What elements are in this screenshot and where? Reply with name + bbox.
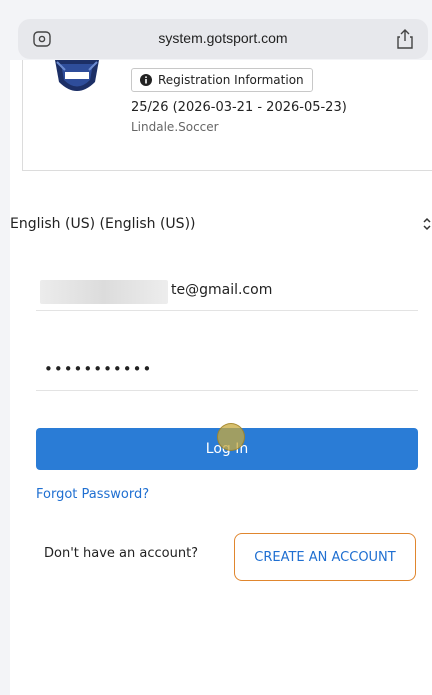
create-account-label: CREATE AN ACCOUNT — [254, 549, 396, 565]
signup-prompt: Don't have an account? — [44, 546, 199, 561]
create-account-link[interactable]: CREATE AN ACCOUNT — [234, 533, 416, 581]
page-content: Registration Information 25/26 (2026-03-… — [10, 60, 432, 695]
url-text: system.gotsport.com — [158, 30, 288, 46]
club-name: Lindale.Soccer — [131, 120, 219, 134]
registration-info-button[interactable]: Registration Information — [131, 68, 313, 92]
language-select[interactable]: English (US) (English (US)) — [10, 203, 432, 245]
forgot-password-link[interactable]: Forgot Password? — [36, 487, 149, 502]
email-value: te@gmail.com — [171, 282, 273, 298]
password-field[interactable]: ••••••••••• — [36, 352, 418, 391]
password-value: ••••••••••• — [44, 360, 153, 378]
email-field[interactable]: te@gmail.com — [36, 272, 418, 311]
email-redaction — [40, 280, 168, 304]
event-dates: 25/26 (2026-03-21 - 2026-05-23) — [131, 100, 347, 115]
url-bar[interactable]: system.gotsport.com — [18, 19, 428, 59]
club-logo — [55, 60, 99, 91]
registration-info-label: Registration Information — [158, 73, 304, 87]
share-icon[interactable] — [396, 28, 414, 50]
select-arrows-icon — [423, 217, 431, 231]
info-icon — [140, 74, 152, 86]
click-indicator — [217, 423, 245, 451]
event-card: Registration Information 25/26 (2026-03-… — [22, 60, 432, 171]
language-selected: English (US) (English (US)) — [10, 216, 196, 232]
